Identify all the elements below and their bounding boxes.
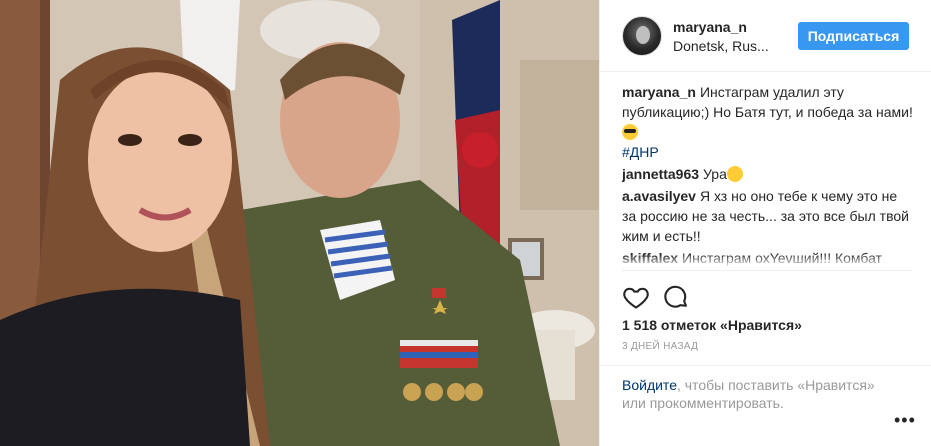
post-timestamp[interactable]: 3 ДНЕЙ НАЗАД <box>622 341 698 352</box>
caption: maryana_n Инстаграм удалил эту публикацию… <box>622 82 914 162</box>
comments-fade <box>622 254 914 268</box>
more-options-icon[interactable]: ••• <box>894 410 916 431</box>
post-photo[interactable] <box>0 0 599 446</box>
likes-count[interactable]: 1 518 отметок «Нравится» <box>622 317 802 333</box>
comment-item: a.avasilyev Я хз но оно тебе к чему это н… <box>622 186 914 246</box>
avatar-image <box>636 26 650 44</box>
post-header: maryana_n Donetsk, Rus... Подписаться <box>600 0 931 72</box>
post-side-panel: maryana_n Donetsk, Rus... Подписаться ma… <box>599 0 931 446</box>
comment-text: Ура <box>703 166 727 182</box>
sunglasses-emoji-icon <box>622 124 638 140</box>
follow-button[interactable]: Подписаться <box>798 22 909 50</box>
login-prompt-text: Войдите, чтобы поставить «Нравится» или … <box>622 376 882 412</box>
login-prompt: Войдите, чтобы поставить «Нравится» или … <box>600 365 931 446</box>
comment-username[interactable]: jannetta963 <box>622 166 699 182</box>
smiling-emoji-icon <box>726 166 743 182</box>
post-location[interactable]: Donetsk, Rus... <box>673 38 769 54</box>
avatar[interactable] <box>622 16 662 56</box>
post-actions: 1 518 отметок «Нравится» 3 ДНЕЙ НАЗАД <box>622 270 912 352</box>
login-link[interactable]: Войдите <box>622 377 677 393</box>
comment-username[interactable]: maryana_n <box>622 84 696 100</box>
hashtag-link[interactable]: #ДНР <box>622 142 914 162</box>
comment-item: jannetta963 Ура <box>622 164 914 184</box>
photo-illustration <box>0 0 599 446</box>
comment-username[interactable]: a.avasilyev <box>622 188 696 204</box>
comment-bubble-icon[interactable] <box>662 283 690 311</box>
heart-icon[interactable] <box>622 283 650 311</box>
comments-list: maryana_n Инстаграм удалил эту публикацию… <box>622 82 914 268</box>
post-username[interactable]: maryana_n <box>673 19 747 35</box>
